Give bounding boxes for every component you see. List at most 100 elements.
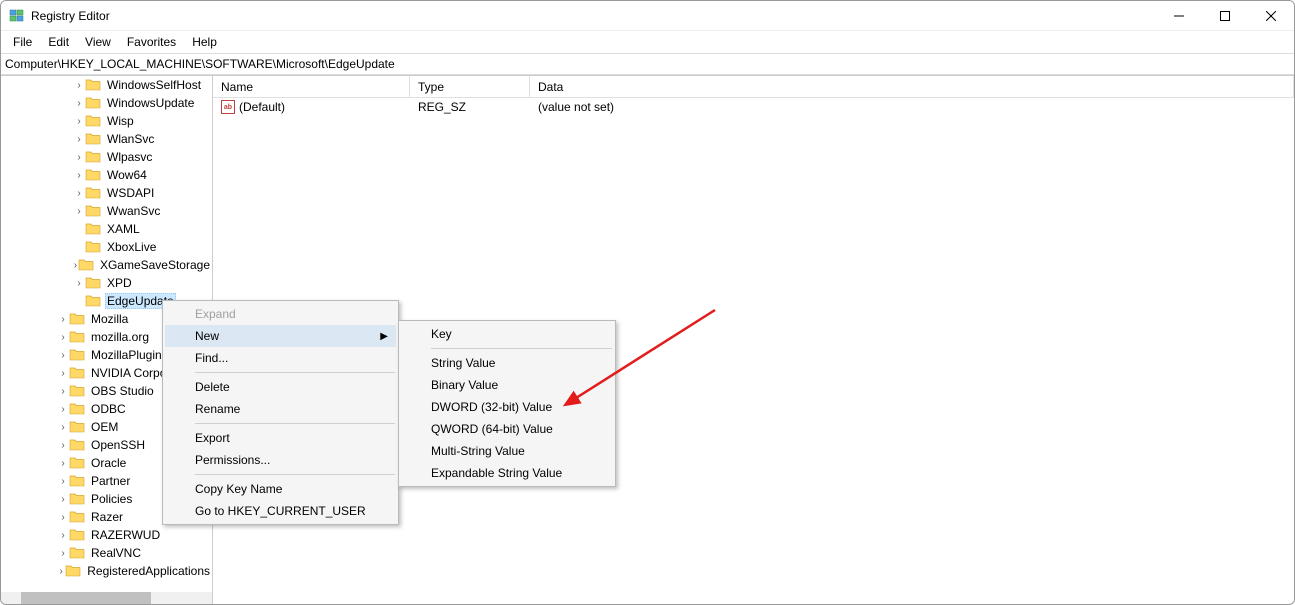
expander-icon[interactable]: › xyxy=(73,170,85,181)
expander-icon[interactable]: › xyxy=(73,98,85,109)
tree-item[interactable]: ›WlanSvc xyxy=(1,130,212,148)
address-input[interactable] xyxy=(5,57,1290,71)
folder-icon xyxy=(69,474,85,488)
menu-item-delete[interactable]: Delete xyxy=(165,376,396,398)
menu-favorites[interactable]: Favorites xyxy=(119,33,184,51)
menu-item-permissions[interactable]: Permissions... xyxy=(165,449,396,471)
menu-item-rename[interactable]: Rename xyxy=(165,398,396,420)
tree-item[interactable]: ›RealVNC xyxy=(1,544,212,562)
expander-icon[interactable]: › xyxy=(57,476,69,487)
tree-horizontal-scrollbar[interactable] xyxy=(1,592,212,604)
folder-icon xyxy=(69,402,85,416)
maximize-button[interactable] xyxy=(1202,1,1248,31)
menu-item-go-to-hkey-current-user[interactable]: Go to HKEY_CURRENT_USER xyxy=(165,500,396,522)
value-row[interactable]: ab (Default) REG_SZ (value not set) xyxy=(213,98,1294,116)
close-button[interactable] xyxy=(1248,1,1294,31)
tree-item[interactable]: ›Wow64 xyxy=(1,166,212,184)
folder-icon xyxy=(85,186,101,200)
folder-icon xyxy=(69,456,85,470)
tree-item-label: WwanSvc xyxy=(105,204,162,218)
tree-item[interactable]: › WwanSvc xyxy=(1,202,212,220)
scrollbar-thumb[interactable] xyxy=(21,592,151,604)
tree-item[interactable]: ›WSDAPI xyxy=(1,184,212,202)
title-bar: Registry Editor xyxy=(1,1,1294,31)
folder-icon xyxy=(69,492,85,506)
regedit-icon xyxy=(9,8,25,24)
menu-item-dword-32-bit-value[interactable]: DWORD (32-bit) Value xyxy=(401,396,613,418)
tree-item[interactable]: XAML xyxy=(1,220,212,238)
expander-icon[interactable]: › xyxy=(57,566,65,577)
column-data[interactable]: Data xyxy=(530,76,1294,97)
menu-help[interactable]: Help xyxy=(184,33,225,51)
tree-item[interactable]: ›XPD xyxy=(1,274,212,292)
expander-icon[interactable]: › xyxy=(57,332,69,343)
menu-item-export[interactable]: Export xyxy=(165,427,396,449)
expander-icon[interactable]: › xyxy=(73,152,85,163)
menu-item-string-value[interactable]: String Value xyxy=(401,352,613,374)
expander-icon[interactable]: › xyxy=(73,206,85,217)
expander-icon[interactable]: › xyxy=(57,494,69,505)
tree-item-label: OpenSSH xyxy=(89,438,147,452)
folder-icon xyxy=(69,420,85,434)
expander-icon[interactable]: › xyxy=(57,368,69,379)
value-data: (value not set) xyxy=(530,100,1294,114)
menu-view[interactable]: View xyxy=(77,33,119,51)
folder-icon xyxy=(85,204,101,218)
menu-item-binary-value[interactable]: Binary Value xyxy=(401,374,613,396)
tree-item[interactable]: › Wisp xyxy=(1,112,212,130)
menu-item-new[interactable]: New▶ xyxy=(165,325,396,347)
menu-item-key[interactable]: Key xyxy=(401,323,613,345)
menu-item-qword-64-bit-value[interactable]: QWORD (64-bit) Value xyxy=(401,418,613,440)
menu-item-find[interactable]: Find... xyxy=(165,347,396,369)
tree-item-label: Razer xyxy=(89,510,125,524)
expander-icon[interactable]: › xyxy=(57,422,69,433)
expander-icon[interactable]: › xyxy=(57,440,69,451)
minimize-button[interactable] xyxy=(1156,1,1202,31)
expander-icon[interactable]: › xyxy=(57,548,69,559)
tree-item[interactable]: XboxLive xyxy=(1,238,212,256)
tree-item[interactable]: ›WindowsUpdate xyxy=(1,94,212,112)
tree-item[interactable]: ›RAZERWUD xyxy=(1,526,212,544)
tree-item-label: WindowsSelfHost xyxy=(105,78,203,92)
tree-item[interactable]: ›Wlpasvc xyxy=(1,148,212,166)
menu-edit[interactable]: Edit xyxy=(40,33,77,51)
menu-item-multi-string-value[interactable]: Multi-String Value xyxy=(401,440,613,462)
expander-icon[interactable]: › xyxy=(73,188,85,199)
tree-item-label: Mozilla xyxy=(89,312,130,326)
folder-icon xyxy=(65,564,81,578)
expander-icon[interactable]: › xyxy=(73,278,85,289)
expander-icon[interactable]: › xyxy=(57,458,69,469)
expander-icon[interactable]: › xyxy=(57,314,69,325)
menu-separator xyxy=(431,348,612,349)
menu-item-copy-key-name[interactable]: Copy Key Name xyxy=(165,478,396,500)
reg-sz-icon: ab xyxy=(221,100,235,114)
folder-icon xyxy=(85,294,101,308)
tree-item[interactable]: › WindowsSelfHost xyxy=(1,76,212,94)
menu-item-expand: Expand xyxy=(165,303,396,325)
expander-icon[interactable]: › xyxy=(57,350,69,361)
folder-icon xyxy=(69,438,85,452)
expander-icon[interactable]: › xyxy=(57,386,69,397)
tree-item-label: Oracle xyxy=(89,456,128,470)
folder-icon xyxy=(85,78,101,92)
menu-item-expandable-string-value[interactable]: Expandable String Value xyxy=(401,462,613,484)
expander-icon[interactable]: › xyxy=(57,512,69,523)
tree-item[interactable]: ›XGameSaveStorage xyxy=(1,256,212,274)
column-type[interactable]: Type xyxy=(410,76,530,97)
expander-icon[interactable]: › xyxy=(57,404,69,415)
tree-item-label: MozillaPlugins xyxy=(89,348,170,362)
folder-icon xyxy=(85,114,101,128)
menu-file[interactable]: File xyxy=(5,33,40,51)
tree-item-label: OEM xyxy=(89,420,120,434)
tree-item-label: XboxLive xyxy=(105,240,158,254)
expander-icon[interactable]: › xyxy=(73,80,85,91)
tree-item[interactable]: ›RegisteredApplications xyxy=(1,562,212,580)
expander-icon[interactable]: › xyxy=(73,116,85,127)
value-type: REG_SZ xyxy=(410,100,530,114)
address-bar xyxy=(1,53,1294,75)
expander-icon[interactable]: › xyxy=(73,134,85,145)
folder-icon xyxy=(85,222,101,236)
tree-item-label: Wisp xyxy=(105,114,136,128)
expander-icon[interactable]: › xyxy=(57,530,69,541)
column-name[interactable]: Name xyxy=(213,76,410,97)
